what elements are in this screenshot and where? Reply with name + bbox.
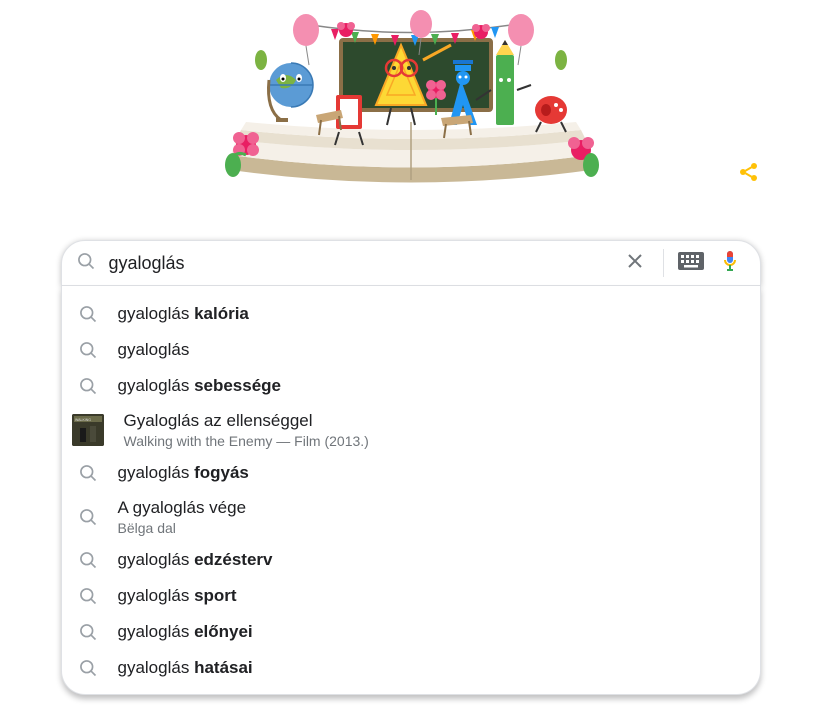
search-icon xyxy=(78,658,98,678)
clear-button[interactable] xyxy=(615,249,655,278)
suggestion-thumbnail: WALKING xyxy=(72,414,104,446)
suggestion-content: gyaloglás kalória xyxy=(118,303,249,325)
suggestion-content: gyaloglás hatásai xyxy=(118,657,253,679)
doodle-container xyxy=(0,0,821,210)
search-icon xyxy=(76,251,96,276)
search-icon xyxy=(78,622,98,642)
suggestion-text: gyaloglás hatásai xyxy=(118,657,253,679)
suggestions-dropdown: gyaloglás kalória gyaloglás gyaloglás sebe… xyxy=(61,286,761,695)
suggestion-text: gyaloglás edzésterv xyxy=(118,549,273,571)
suggestion-subtitle: Bëlga dal xyxy=(118,520,247,536)
suggestion-item[interactable]: gyaloglás fogyás xyxy=(62,455,760,491)
google-doodle[interactable] xyxy=(191,10,631,190)
search-input[interactable] xyxy=(109,253,615,274)
suggestion-item[interactable]: gyaloglás edzésterv xyxy=(62,542,760,578)
suggestion-content: Gyaloglás az ellenséggelWalking with the… xyxy=(124,410,369,449)
suggestion-text: gyaloglás xyxy=(118,339,190,361)
search-icon xyxy=(78,586,98,606)
suggestion-content: gyaloglás fogyás xyxy=(118,462,249,484)
search-icon xyxy=(78,340,98,360)
suggestion-content: gyaloglás előnyei xyxy=(118,621,253,643)
svg-text:WALKING: WALKING xyxy=(75,418,91,422)
suggestion-text: A gyaloglás vége xyxy=(118,497,247,519)
suggestion-content: gyaloglás sport xyxy=(118,585,237,607)
suggestion-content: gyaloglás sebessége xyxy=(118,375,282,397)
suggestion-text: gyaloglás sport xyxy=(118,585,237,607)
search-icon xyxy=(78,550,98,570)
suggestion-item[interactable]: gyaloglás xyxy=(62,332,760,368)
suggestion-text: gyaloglás sebessége xyxy=(118,375,282,397)
search-icon xyxy=(78,376,98,396)
suggestion-item[interactable]: A gyaloglás végeBëlga dal xyxy=(62,491,760,542)
search-container: gyaloglás kalória gyaloglás gyaloglás sebe… xyxy=(61,240,761,695)
search-box xyxy=(61,240,761,286)
search-icon xyxy=(78,463,98,483)
share-icon[interactable] xyxy=(737,160,761,184)
suggestion-text: gyaloglás fogyás xyxy=(118,462,249,484)
suggestion-content: gyaloglás edzésterv xyxy=(118,549,273,571)
suggestion-text: gyaloglás előnyei xyxy=(118,621,253,643)
divider xyxy=(663,249,664,277)
suggestion-item[interactable]: gyaloglás előnyei xyxy=(62,614,760,650)
suggestion-item[interactable]: WALKING Gyaloglás az ellenséggelWalking w… xyxy=(62,404,760,455)
suggestion-item[interactable]: gyaloglás hatásai xyxy=(62,650,760,686)
suggestion-item[interactable]: gyaloglás kalória xyxy=(62,296,760,332)
suggestion-content: gyaloglás xyxy=(118,339,190,361)
suggestion-item[interactable]: gyaloglás sebessége xyxy=(62,368,760,404)
suggestion-item[interactable]: gyaloglás sport xyxy=(62,578,760,614)
suggestion-subtitle: Walking with the Enemy — Film (2013.) xyxy=(124,433,369,449)
search-icon xyxy=(78,507,98,527)
search-icon xyxy=(78,304,98,324)
voice-search-icon[interactable] xyxy=(710,249,746,278)
suggestion-text: gyaloglás kalória xyxy=(118,303,249,325)
suggestion-content: A gyaloglás végeBëlga dal xyxy=(118,497,247,536)
suggestion-text: Gyaloglás az ellenséggel xyxy=(124,410,369,432)
keyboard-icon[interactable] xyxy=(672,252,710,275)
